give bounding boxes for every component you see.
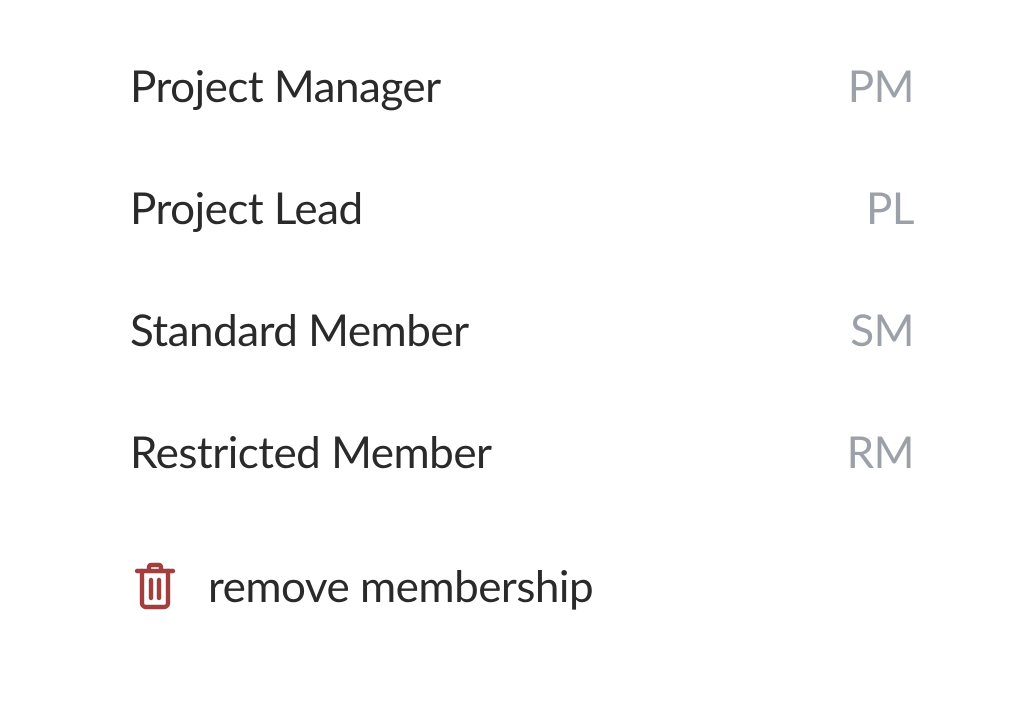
role-label: Standard Member [130, 304, 469, 356]
role-item-restricted-member[interactable]: Restricted Member RM [130, 426, 914, 478]
remove-membership-button[interactable]: remove membership [130, 558, 914, 614]
role-abbr: SM [850, 304, 914, 356]
role-abbr: RM [847, 426, 914, 478]
role-item-standard-member[interactable]: Standard Member SM [130, 304, 914, 356]
trash-icon [130, 558, 180, 614]
role-item-project-lead[interactable]: Project Lead PL [130, 182, 914, 234]
role-list: Project Manager PM Project Lead PL Stand… [130, 60, 914, 614]
role-label: Restricted Member [130, 426, 492, 478]
role-item-project-manager[interactable]: Project Manager PM [130, 60, 914, 112]
role-label: Project Lead [130, 182, 363, 234]
remove-membership-label: remove membership [208, 560, 593, 612]
role-abbr: PL [866, 182, 914, 234]
role-abbr: PM [848, 60, 914, 112]
role-label: Project Manager [130, 60, 441, 112]
